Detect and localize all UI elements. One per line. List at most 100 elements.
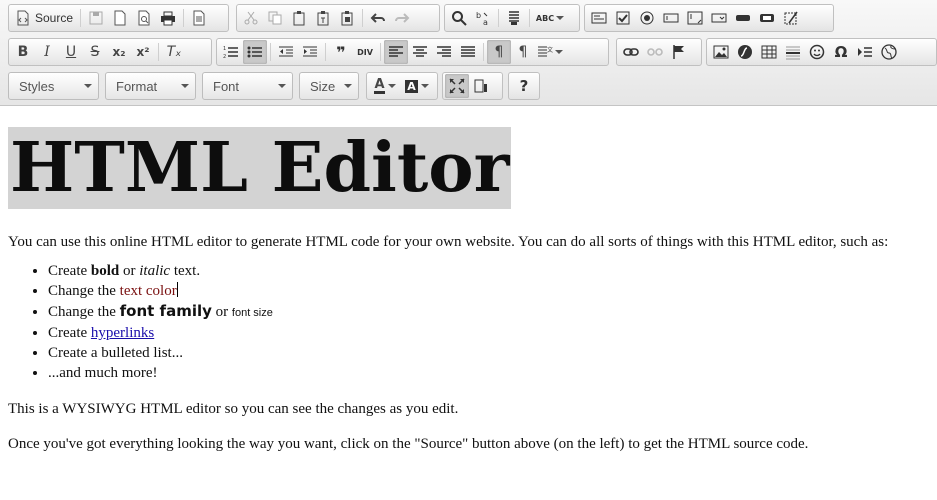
editor-content[interactable]: HTML Editor You can use this online HTML… <box>0 107 937 500</box>
radio-button[interactable] <box>635 6 659 30</box>
cut-button[interactable] <box>239 6 263 30</box>
size-dropdown[interactable]: Size <box>299 72 359 100</box>
page-break-button[interactable] <box>853 40 877 64</box>
image-button[interactable] <box>709 40 733 64</box>
spellcheck-button[interactable]: ABC <box>533 6 567 30</box>
page-heading: HTML Editor <box>8 127 512 209</box>
strikethrough-button[interactable]: S <box>83 40 107 64</box>
unlink-button[interactable] <box>643 40 667 64</box>
redo-icon <box>395 13 410 23</box>
special-char-button[interactable]: Ω <box>829 40 853 64</box>
editing-group: ba ABC <box>444 4 580 32</box>
list-item: Change the font family or font size <box>48 301 929 323</box>
chevron-down-icon <box>181 84 189 88</box>
rtl-button[interactable]: ¶ <box>511 40 535 64</box>
separator <box>325 43 326 61</box>
source-button[interactable]: Source <box>11 6 77 30</box>
underline-button[interactable]: U <box>59 40 83 64</box>
iframe-button[interactable] <box>877 40 901 64</box>
textfield-button[interactable] <box>659 6 683 30</box>
ltr-button[interactable]: ¶ <box>487 40 511 64</box>
bold-button[interactable]: B <box>11 40 35 64</box>
bg-color-button[interactable]: A <box>401 74 433 98</box>
justify-icon <box>461 46 475 57</box>
help-button[interactable]: ? <box>512 74 536 98</box>
link-button[interactable] <box>619 40 643 64</box>
paste-word-button[interactable] <box>335 6 359 30</box>
align-right-button[interactable] <box>432 40 456 64</box>
redo-button[interactable] <box>390 6 414 30</box>
tools-group <box>442 72 503 100</box>
blockquote-button[interactable]: ❞ <box>329 40 353 64</box>
bulleted-list-button[interactable] <box>243 40 267 64</box>
chevron-down-icon <box>420 84 429 88</box>
anchor-button[interactable] <box>667 40 691 64</box>
checkbox-button[interactable] <box>611 6 635 30</box>
numbered-list-button[interactable]: 12 <box>219 40 243 64</box>
format-dropdown-label: Format <box>116 78 158 94</box>
size-dropdown-label: Size <box>310 78 336 94</box>
print-button[interactable] <box>156 6 180 30</box>
image-button-button[interactable] <box>755 6 779 30</box>
form-button[interactable] <box>587 6 611 30</box>
align-center-button[interactable] <box>408 40 432 64</box>
smiley-button[interactable] <box>805 40 829 64</box>
chevron-down-icon <box>84 84 92 88</box>
justify-button[interactable] <box>456 40 480 64</box>
page-break-icon <box>858 47 872 57</box>
templates-button[interactable] <box>187 6 211 30</box>
source-icon <box>17 10 29 26</box>
copy-button[interactable] <box>263 6 287 30</box>
colors-group: A A <box>366 72 438 100</box>
horizontal-rule-button[interactable] <box>781 40 805 64</box>
underline-icon: U <box>65 44 77 60</box>
chevron-down-icon <box>278 84 286 88</box>
chevron-down-icon <box>556 16 565 20</box>
new-page-button[interactable] <box>108 6 132 30</box>
chevron-down-icon <box>555 50 563 54</box>
select-button[interactable] <box>707 6 731 30</box>
show-blocks-button[interactable] <box>469 74 493 98</box>
flash-icon <box>738 45 752 59</box>
select-all-button[interactable] <box>502 6 526 30</box>
italic-button[interactable]: I <box>35 40 59 64</box>
bold-icon: B <box>17 44 29 60</box>
styles-dropdown-label: Styles <box>19 78 55 94</box>
table-button[interactable] <box>757 40 781 64</box>
button-button[interactable] <box>731 6 755 30</box>
paste-text-button[interactable] <box>311 6 335 30</box>
paste-button[interactable] <box>287 6 311 30</box>
hidden-field-button[interactable] <box>779 6 803 30</box>
list-item: Create hyperlinks <box>48 323 929 343</box>
indent-button[interactable] <box>298 40 322 64</box>
show-blocks-icon <box>474 79 487 93</box>
undo-button[interactable] <box>366 6 390 30</box>
create-div-button[interactable]: DIV <box>353 40 377 64</box>
replace-button[interactable]: ba <box>471 6 495 30</box>
subscript-button[interactable]: x₂ <box>107 40 131 64</box>
align-left-button[interactable] <box>384 40 408 64</box>
hyperlink[interactable]: hyperlinks <box>91 325 154 341</box>
flash-button[interactable] <box>733 40 757 64</box>
list-text: Create <box>48 325 91 341</box>
horizontal-rule-icon <box>786 46 800 60</box>
svg-text:b: b <box>476 11 481 20</box>
outdent-button[interactable] <box>274 40 298 64</box>
format-dropdown[interactable]: Format <box>105 72 196 100</box>
paragraph-group: 12 ❞ DIV ¶ ¶ 文 <box>216 38 609 66</box>
ltr-icon: ¶ <box>494 44 504 60</box>
spellcheck-icon: ABC <box>535 13 555 23</box>
styles-dropdown[interactable]: Styles <box>8 72 99 100</box>
textarea-button[interactable] <box>683 6 707 30</box>
font-dropdown[interactable]: Font <box>202 72 293 100</box>
maximize-button[interactable] <box>445 74 469 98</box>
remove-format-button[interactable]: Tₓ <box>162 40 186 64</box>
outdent-icon <box>279 46 293 57</box>
language-button[interactable]: 文 <box>535 40 565 64</box>
preview-button[interactable] <box>132 6 156 30</box>
text-color-button[interactable]: A <box>369 74 401 98</box>
find-button[interactable] <box>447 6 471 30</box>
superscript-button[interactable]: x² <box>131 40 155 64</box>
save-button[interactable] <box>84 6 108 30</box>
separator <box>380 43 381 61</box>
